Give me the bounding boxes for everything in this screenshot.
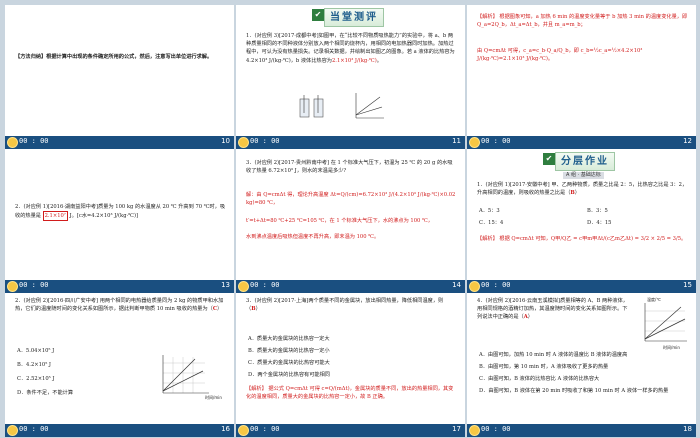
level-tag: A 组 · 基础达标 (563, 172, 604, 179)
timer: 00 : 00 (250, 281, 280, 289)
answer: C (212, 306, 217, 313)
slide-footer: 00 : 00 10 (5, 136, 234, 149)
answer: 2.1×10³ J/(kg·℃) (332, 57, 377, 64)
solution-1: 解：由 Q=cmΔt 得，理论升高温度 Δt=Q/(cm)=6.72×10³ J… (246, 192, 456, 207)
option-b[interactable]: B．4.2×10⁵ J (17, 361, 51, 369)
temperature-graph (644, 303, 687, 342)
question-text: 3．(对应例 2)[2017·贵州黔南中考] 在 1 个标准大气压下，初温为 2… (246, 160, 453, 175)
option-c[interactable]: C．2.52×10⁵ J (17, 375, 54, 383)
solution-3: 水到沸点温度后吸热但温度不再升高，即末温为 100 ℃。 (246, 234, 380, 240)
option-d[interactable]: D．由图可知，B 液体在第 20 min 时吸收了和第 10 min 时 A 液… (479, 387, 688, 395)
sun-icon (239, 138, 248, 147)
slide-footer: 00 : 00 18 (467, 424, 696, 437)
question-text: 1．(对应例 1)[2017·安徽中考] 甲、乙两种物质，质量之比是 2：5，比… (477, 182, 688, 197)
question-text: 4．(对应例 2)[2016·云南玉溪模拟]质量相等的 A、B 两种液体，用相同… (477, 298, 628, 321)
option-a[interactable]: A．5.04×10⁵ J (17, 347, 54, 355)
timer: 00 : 00 (481, 281, 511, 289)
option-d[interactable]: D．两个金属块的比热容有可能相同 (248, 371, 330, 379)
slide-13[interactable]: 2．(对应例 1)[2016·湖南益阳中考]质量为 100 kg 的水温度从 2… (5, 149, 234, 293)
sun-icon (239, 282, 248, 291)
slide-15[interactable]: ✔ 分层作业 A 组 · 基础达标 1．(对应例 1)[2017·安徽中考] 甲、… (467, 149, 696, 293)
slide-footer: 00 : 00 11 (236, 136, 465, 149)
slide-number: 15 (683, 281, 692, 289)
option-b[interactable]: B．由图可知，第 10 min 时，A 液体吸收了更多的热量 (479, 363, 608, 371)
experiment-figure (298, 95, 326, 121)
option-a[interactable]: A．由图可知，加热 10 min 时 A 液体的温度比 B 液体的温度高 (479, 351, 627, 359)
sun-icon (239, 426, 248, 435)
slide-number: 14 (452, 281, 461, 289)
timer: 00 : 00 (19, 425, 49, 433)
slide-number: 17 (452, 425, 461, 433)
option-c[interactable]: C．质量大的金属块的比热容可能大 (248, 359, 330, 367)
slide-17[interactable]: 3．(对应例 2)[2017·上海]两个质量不同的金属块，放出相同热量，降低相同… (236, 293, 465, 437)
answer: 2.1×10⁷ (42, 211, 68, 222)
option-a[interactable]: A．质量大的金属块的比热容一定大 (248, 335, 330, 343)
timer: 00 : 00 (19, 137, 49, 145)
slide-10[interactable]: 【方法归纳】根据计算中出现的条件确定所用的公式，然后，注意写出单位进行求解。 0… (5, 5, 234, 149)
x-axis-label: 时间/min (205, 395, 222, 400)
sun-icon (8, 282, 17, 291)
option-a[interactable]: A．5：3 (479, 207, 500, 215)
slide-footer: 00 : 00 12 (467, 136, 696, 149)
explanation-1: 【解析】 根据图象可知，a 加热 6 min 的温度变化量等于 b 加热 3 m… (477, 14, 688, 29)
check-icon: ✔ (312, 9, 324, 21)
slide-12[interactable]: 【解析】 根据图象可知，a 加热 6 min 的温度变化量等于 b 加热 3 m… (467, 5, 696, 149)
option-c[interactable]: C．15：4 (479, 219, 503, 227)
slide-footer: 00 : 00 16 (5, 424, 234, 437)
explanation-2: 由 Q=cmΔt 可得，c_a=c_b·Q_a/Q_b，即 c_b=½c_a=½… (477, 48, 643, 63)
explanation: 【解析】 根据 Q=cmΔt 可知，Q甲/Q乙 = c甲m甲Δt/(c乙m乙Δt… (477, 236, 687, 242)
timer: 00 : 00 (481, 425, 511, 433)
sun-icon (470, 138, 479, 147)
timer: 00 : 00 (19, 281, 49, 289)
section-banner: ✔ 当堂测评 (312, 8, 384, 27)
x-axis-label: 时间/min (663, 345, 680, 350)
slide-footer: 00 : 00 13 (5, 280, 234, 293)
slide-14[interactable]: 3．(对应例 2)[2017·贵州黔南中考] 在 1 个标准大气压下，初温为 2… (236, 149, 465, 293)
question-text: 3．(对应例 2)[2017·上海]两个质量不同的金属块，放出相同热量，降低相同… (246, 298, 444, 313)
temperature-graph (355, 93, 384, 119)
option-d[interactable]: D．4：15 (587, 219, 611, 227)
slide-number: 13 (221, 281, 230, 289)
slide-footer: 00 : 00 14 (236, 280, 465, 293)
slide-11[interactable]: ✔ 当堂测评 1．(对应例 3)[2017·成都中考]如图甲，在“比较不同物质吸热… (236, 5, 465, 149)
sun-icon (8, 138, 17, 147)
slide-number: 10 (221, 137, 230, 145)
question-text: 2．(对应例 1)[2016·湖南益阳中考]质量为 100 kg 的水温度从 2… (15, 203, 226, 222)
question-text: 2．(对应例 2)[2016·四川广安中考] 用两个相同的电热器给质量同为 2 … (15, 298, 224, 313)
section-banner: ✔ 分层作业 (543, 152, 615, 171)
answer: A (523, 314, 528, 321)
answer: B (251, 306, 256, 313)
sun-icon (8, 426, 17, 435)
timer: 00 : 00 (250, 137, 280, 145)
explanation: 【解析】 据公式 Q=cmΔt 可得 c=Q/(mΔt)，金属块的质量不同，放出… (246, 386, 454, 401)
slide-number: 16 (221, 425, 230, 433)
slide-number: 12 (683, 137, 692, 145)
sun-icon (470, 426, 479, 435)
option-c[interactable]: C．由图可知，B 液体的比热容比 A 液体的比热容大 (479, 375, 599, 383)
option-d[interactable]: D．条件不足，不能计算 (17, 389, 73, 397)
slide-footer: 00 : 00 17 (236, 424, 465, 437)
slide-number: 18 (683, 425, 692, 433)
y-axis-label: 温度/℃ (647, 297, 661, 302)
method-summary: 【方法归纳】根据计算中出现的条件确定所用的公式，然后，注意写出单位进行求解。 (15, 54, 213, 60)
timer: 00 : 00 (250, 425, 280, 433)
sun-icon (470, 282, 479, 291)
slide-16[interactable]: 2．(对应例 2)[2016·四川广安中考] 用两个相同的电热器给质量同为 2 … (5, 293, 234, 437)
slide-footer: 00 : 00 15 (467, 280, 696, 293)
option-b[interactable]: B．3：5 (587, 207, 608, 215)
answer: B (570, 190, 575, 197)
option-b[interactable]: B．质量大的金属块的比热容一定小 (248, 347, 330, 355)
timer: 00 : 00 (481, 137, 511, 145)
slide-18[interactable]: 4．(对应例 2)[2016·云南玉溪模拟]质量相等的 A、B 两种液体，用相同… (467, 293, 696, 437)
check-icon: ✔ (543, 153, 555, 165)
solution-2: t′=t+Δt=80 ℃+25 ℃=105 ℃，在 1 个标准大气压下，水的沸点… (246, 218, 433, 224)
slide-number: 11 (452, 137, 461, 145)
question-text: 1．(对应例 3)[2017·成都中考]如图甲，在“比较不同物质吸热能力”的实验… (246, 33, 455, 64)
